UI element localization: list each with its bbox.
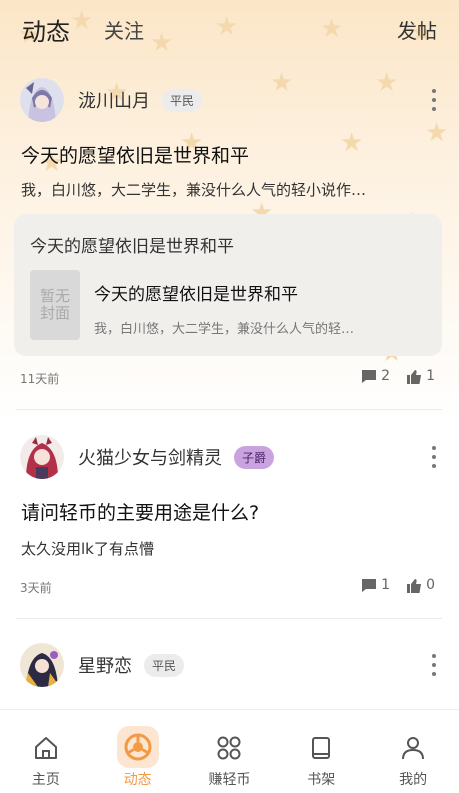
like-button[interactable]: 1 [406,368,435,384]
nav-label: 书架 [307,772,336,788]
like-count: 1 [426,368,435,384]
username[interactable]: 泷川山月 [78,87,150,113]
post-author-row: 星野恋 平民 [20,642,185,688]
post-title[interactable]: 今天的愿望依旧是世界和平 [21,141,249,168]
avatar[interactable] [20,435,64,479]
top-header: 动态 关注 发帖 [0,0,459,58]
grid-icon [211,730,247,766]
nav-feed[interactable]: 动态 [92,710,184,793]
post-excerpt[interactable]: 我，白川悠，大二学生，兼没什么人气的轻小说作… [21,179,366,200]
post-stats: 2 1 [345,368,435,384]
bottom-navigation: 主页 动态 赚轻币 书架 我的 [0,709,459,793]
comment-icon [362,578,377,592]
more-options-icon[interactable] [431,446,437,468]
nav-earn-coins[interactable]: 赚轻币 [184,710,276,793]
more-options-icon[interactable] [431,89,437,111]
post-title[interactable]: 请问轻币的主要用途是什么? [21,498,259,525]
book-title: 今天的愿望依旧是世界和平 [94,285,298,305]
book-description: 我，白川悠，大二学生，兼没什么人气的轻… [94,322,355,337]
comment-button[interactable]: 2 [361,368,390,384]
nav-label: 我的 [399,772,428,788]
feed-icon [116,726,159,768]
like-button[interactable]: 0 [406,577,435,593]
nav-label: 主页 [31,772,60,788]
cover-text: 暂无封面 [39,286,70,322]
username[interactable]: 火猫少女与剑精灵 [78,444,222,470]
post-card[interactable]: 火猫少女与剑精灵 子爵 请问轻币的主要用途是什么? 太久没用lk了有点懵 3天前… [0,434,459,604]
nav-home[interactable]: 主页 [0,710,92,793]
username[interactable]: 星野恋 [78,652,132,678]
home-icon [28,730,64,766]
post-time: 3天前 [20,581,52,595]
like-count: 0 [426,577,435,593]
comment-icon [362,369,377,383]
new-post-button[interactable]: 发帖 [397,15,437,44]
comment-button[interactable]: 1 [361,577,390,593]
thumbs-up-icon [407,578,422,593]
post-card[interactable]: 泷川山月 平民 今天的愿望依旧是世界和平 我，白川悠，大二学生，兼没什么人气的轻… [0,77,459,407]
post-author-row: 泷川山月 平民 [20,77,203,123]
rank-badge: 平民 [162,88,203,112]
quote-title: 今天的愿望依旧是世界和平 [30,237,234,257]
nav-profile[interactable]: 我的 [367,710,459,793]
post-stats: 1 0 [345,577,435,593]
divider [16,409,442,410]
comment-count: 2 [381,368,391,384]
rank-badge: 平民 [144,653,185,677]
divider [16,618,442,619]
tab-feed[interactable]: 动态 [22,12,70,47]
post-time: 11天前 [20,372,60,386]
post-author-row: 火猫少女与剑精灵 子爵 [20,434,275,480]
tab-following[interactable]: 关注 [104,15,144,44]
comment-count: 1 [381,577,391,593]
rank-badge: 子爵 [234,445,275,469]
thumbs-up-icon [407,369,422,384]
book-cover-placeholder: 暂无封面 [30,270,80,340]
nav-label: 赚轻币 [208,772,251,788]
quoted-book-card[interactable]: 今天的愿望依旧是世界和平 暂无封面 今天的愿望依旧是世界和平 我，白川悠，大二学… [14,214,442,356]
avatar[interactable] [20,643,64,687]
nav-label: 动态 [123,772,152,788]
avatar[interactable] [20,78,64,122]
bookshelf-icon [303,730,339,766]
profile-icon [395,730,431,766]
post-card[interactable]: 星野恋 平民 [0,642,459,712]
more-options-icon[interactable] [431,654,437,676]
post-excerpt[interactable]: 太久没用lk了有点懵 [21,538,154,559]
nav-bookshelf[interactable]: 书架 [275,710,367,793]
